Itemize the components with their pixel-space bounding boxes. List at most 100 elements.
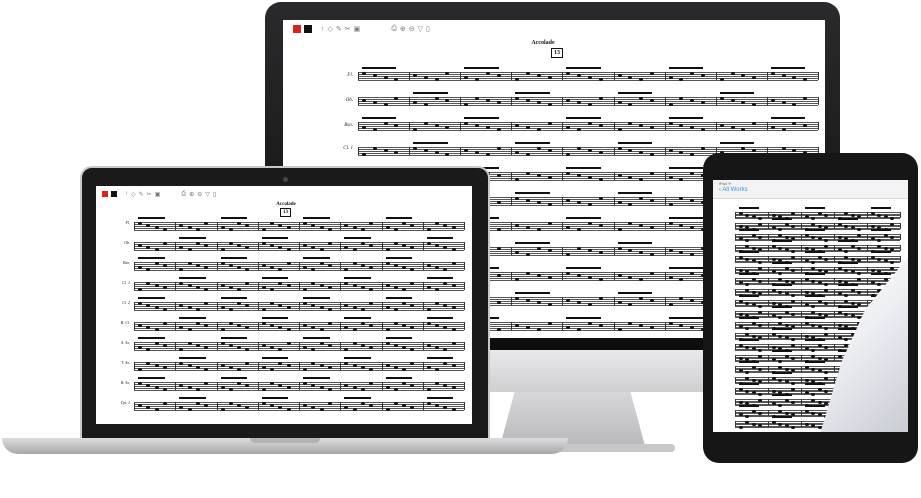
cursor-icon[interactable]: ↑ xyxy=(321,26,325,33)
note xyxy=(385,284,390,287)
barline xyxy=(358,147,359,155)
note xyxy=(850,257,855,261)
page-icon[interactable]: ▯ xyxy=(213,191,216,198)
save-icon[interactable]: ▣ xyxy=(155,191,161,198)
barline xyxy=(664,222,666,230)
note xyxy=(598,224,603,227)
note xyxy=(817,312,822,316)
zoom-in-icon[interactable]: ⊕ xyxy=(189,191,194,198)
beam xyxy=(303,337,330,339)
beam xyxy=(739,273,759,275)
barline xyxy=(801,322,802,328)
note xyxy=(536,274,541,277)
monitor-toolbar: ↑ ◇ ✎ ✂ ▣ ⎙ ⊕ ⊖ ▽ ▯ xyxy=(283,20,825,38)
note xyxy=(772,301,776,305)
score-title: Accolade xyxy=(276,202,296,207)
measure-number: 13 xyxy=(280,208,291,217)
note xyxy=(739,400,743,404)
barline xyxy=(134,342,135,350)
zoom-in-icon[interactable]: ⊕ xyxy=(400,25,406,33)
note xyxy=(772,213,776,217)
filter-icon[interactable]: ▽ xyxy=(418,25,423,33)
note xyxy=(547,76,552,79)
note xyxy=(496,101,501,104)
note xyxy=(844,268,849,272)
eraser-icon[interactable]: ◇ xyxy=(328,25,333,33)
note xyxy=(805,259,809,262)
barline xyxy=(134,402,135,410)
note xyxy=(319,226,324,229)
stop-icon[interactable] xyxy=(293,25,301,33)
note xyxy=(617,228,622,231)
note xyxy=(327,322,332,325)
zoom-out-icon[interactable]: ⊖ xyxy=(197,191,202,198)
filter-icon[interactable]: ▽ xyxy=(205,191,210,198)
note xyxy=(588,176,592,179)
beam xyxy=(261,237,289,239)
record-icon[interactable] xyxy=(111,191,117,197)
cursor-icon[interactable]: ↑ xyxy=(125,191,128,197)
beam xyxy=(179,237,206,239)
beam xyxy=(515,192,550,194)
barline xyxy=(511,72,513,80)
barline xyxy=(381,362,383,370)
stop-icon[interactable] xyxy=(102,191,108,197)
note xyxy=(360,228,365,231)
note xyxy=(871,237,875,240)
note xyxy=(772,289,776,292)
barline xyxy=(422,242,424,250)
record-icon[interactable] xyxy=(304,25,312,33)
cut-icon[interactable]: ✂ xyxy=(345,25,351,33)
barline xyxy=(900,245,901,251)
note xyxy=(138,302,142,305)
back-button[interactable]: ‹ All Works xyxy=(719,187,748,193)
note xyxy=(805,278,809,281)
note xyxy=(426,286,431,289)
barline xyxy=(299,322,300,330)
barline xyxy=(511,197,513,205)
staff-line xyxy=(358,130,818,131)
barline xyxy=(299,402,300,410)
note xyxy=(823,257,828,261)
staff-line xyxy=(358,147,818,148)
barline xyxy=(834,223,835,229)
note xyxy=(385,248,390,251)
barline xyxy=(834,377,835,383)
barline xyxy=(613,172,615,180)
page-icon[interactable]: ▯ xyxy=(426,25,430,33)
note xyxy=(805,215,809,218)
beam xyxy=(805,273,825,275)
note xyxy=(187,248,192,251)
barline xyxy=(216,222,218,230)
beam xyxy=(770,67,806,69)
note xyxy=(649,199,654,202)
instrument-label: Bsn. xyxy=(344,123,353,128)
print-icon[interactable]: ⎙ xyxy=(181,191,186,198)
beam xyxy=(464,67,499,69)
barline xyxy=(664,172,666,180)
beam xyxy=(617,242,653,244)
note xyxy=(547,122,552,125)
beam xyxy=(871,273,891,275)
barline xyxy=(134,322,135,330)
pencil-icon[interactable]: ✎ xyxy=(336,25,342,33)
print-icon[interactable]: ⎙ xyxy=(391,25,397,33)
note xyxy=(228,228,233,231)
pencil-icon[interactable]: ✎ xyxy=(139,191,144,198)
note xyxy=(327,242,332,245)
zoom-out-icon[interactable]: ⊖ xyxy=(409,25,415,33)
barline xyxy=(735,333,736,339)
note xyxy=(162,228,167,231)
note xyxy=(784,355,789,358)
barline xyxy=(175,262,177,270)
note xyxy=(426,242,431,245)
barline xyxy=(735,267,736,273)
save-icon[interactable]: ▣ xyxy=(354,25,361,33)
barline xyxy=(464,342,465,350)
note xyxy=(668,322,673,325)
note xyxy=(817,237,822,240)
eraser-icon[interactable]: ◇ xyxy=(131,191,136,198)
note xyxy=(496,274,501,277)
note xyxy=(261,308,266,311)
cut-icon[interactable]: ✂ xyxy=(147,191,152,198)
